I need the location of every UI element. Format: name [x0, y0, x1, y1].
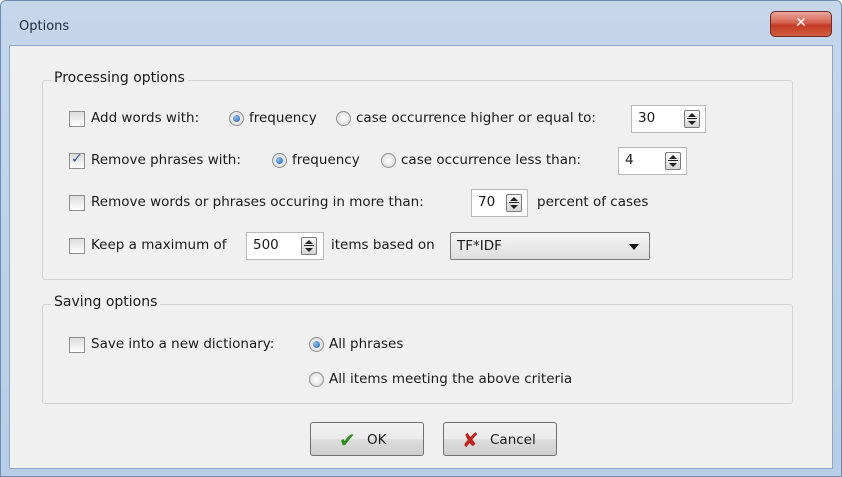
keep-max-middle-label: items based on — [331, 237, 435, 253]
add-words-frequency-label: frequency — [249, 110, 317, 126]
cancel-button[interactable]: ✘ Cancel — [443, 422, 557, 456]
remove-phrases-frequency-label: frequency — [292, 152, 360, 168]
save-all-items-label: All items meeting the above criteria — [329, 371, 573, 387]
save-dictionary-checkbox[interactable] — [69, 337, 85, 353]
processing-options-group: Processing options Add words with: frequ… — [42, 70, 793, 280]
ok-button-label: OK — [367, 432, 387, 448]
keep-max-count-value: 500 — [253, 237, 279, 253]
keep-max-label: Keep a maximum of — [91, 237, 227, 253]
add-words-threshold-value: 30 — [638, 110, 656, 126]
radio-selected-dot — [313, 341, 320, 348]
remove-phrases-label: Remove phrases with: — [91, 152, 241, 168]
title-bar[interactable]: Options ✕ — [1, 1, 841, 45]
remove-phrases-frequency-radio[interactable] — [272, 153, 287, 168]
keep-max-checkbox[interactable] — [69, 238, 85, 254]
add-words-case-radio[interactable] — [336, 111, 351, 126]
ok-button[interactable]: ✔ OK — [310, 422, 424, 456]
remove-words-suffix: percent of cases — [537, 194, 649, 210]
close-button[interactable]: ✕ — [770, 11, 832, 37]
close-icon: ✕ — [795, 15, 807, 31]
check-icon: ✔ — [339, 428, 356, 452]
keep-max-criterion-value: TF*IDF — [457, 238, 502, 254]
add-words-case-label: case occurrence higher or equal to: — [356, 110, 596, 126]
saving-options-legend: Saving options — [51, 294, 161, 310]
chevron-down-icon — [629, 244, 639, 250]
add-words-threshold-spinner[interactable]: 30 — [631, 105, 706, 133]
remove-words-checkbox[interactable] — [69, 195, 85, 211]
cancel-button-label: Cancel — [490, 432, 536, 448]
spinner-arrows-icon[interactable] — [506, 194, 522, 212]
remove-words-label: Remove words or phrases occuring in more… — [91, 194, 424, 210]
save-all-items-radio[interactable] — [309, 372, 324, 387]
save-all-phrases-label: All phrases — [329, 336, 404, 352]
add-words-label: Add words with: — [91, 110, 200, 126]
processing-options-legend: Processing options — [51, 70, 188, 86]
add-words-checkbox[interactable] — [69, 111, 85, 127]
radio-selected-dot — [233, 115, 240, 122]
spinner-arrows-icon[interactable] — [684, 110, 700, 128]
saving-options-group: Saving options Save into a new dictionar… — [42, 294, 793, 404]
window-title: Options — [19, 19, 70, 34]
remove-words-percent-spinner[interactable]: 70 — [471, 189, 528, 217]
spinner-arrows-icon[interactable] — [301, 237, 317, 255]
spinner-arrows-icon[interactable] — [665, 152, 681, 170]
checkmark-icon: ✓ — [71, 151, 83, 167]
remove-phrases-case-label: case occurrence less than: — [401, 152, 582, 168]
dialog-body: Processing options Add words with: frequ… — [9, 45, 833, 469]
save-dictionary-label: Save into a new dictionary: — [91, 336, 275, 352]
remove-phrases-checkbox[interactable]: ✓ — [69, 151, 85, 169]
remove-words-percent-value: 70 — [478, 194, 496, 210]
x-icon: ✘ — [462, 428, 479, 452]
options-dialog: Options ✕ Processing options Add words w… — [0, 0, 842, 477]
remove-phrases-threshold-value: 4 — [625, 152, 634, 168]
remove-phrases-case-radio[interactable] — [381, 153, 396, 168]
save-all-phrases-radio[interactable] — [309, 337, 324, 352]
remove-phrases-threshold-spinner[interactable]: 4 — [618, 147, 687, 175]
add-words-frequency-radio[interactable] — [229, 111, 244, 126]
keep-max-criterion-dropdown[interactable]: TF*IDF — [450, 232, 650, 260]
keep-max-count-spinner[interactable]: 500 — [246, 232, 324, 260]
radio-selected-dot — [276, 157, 283, 164]
